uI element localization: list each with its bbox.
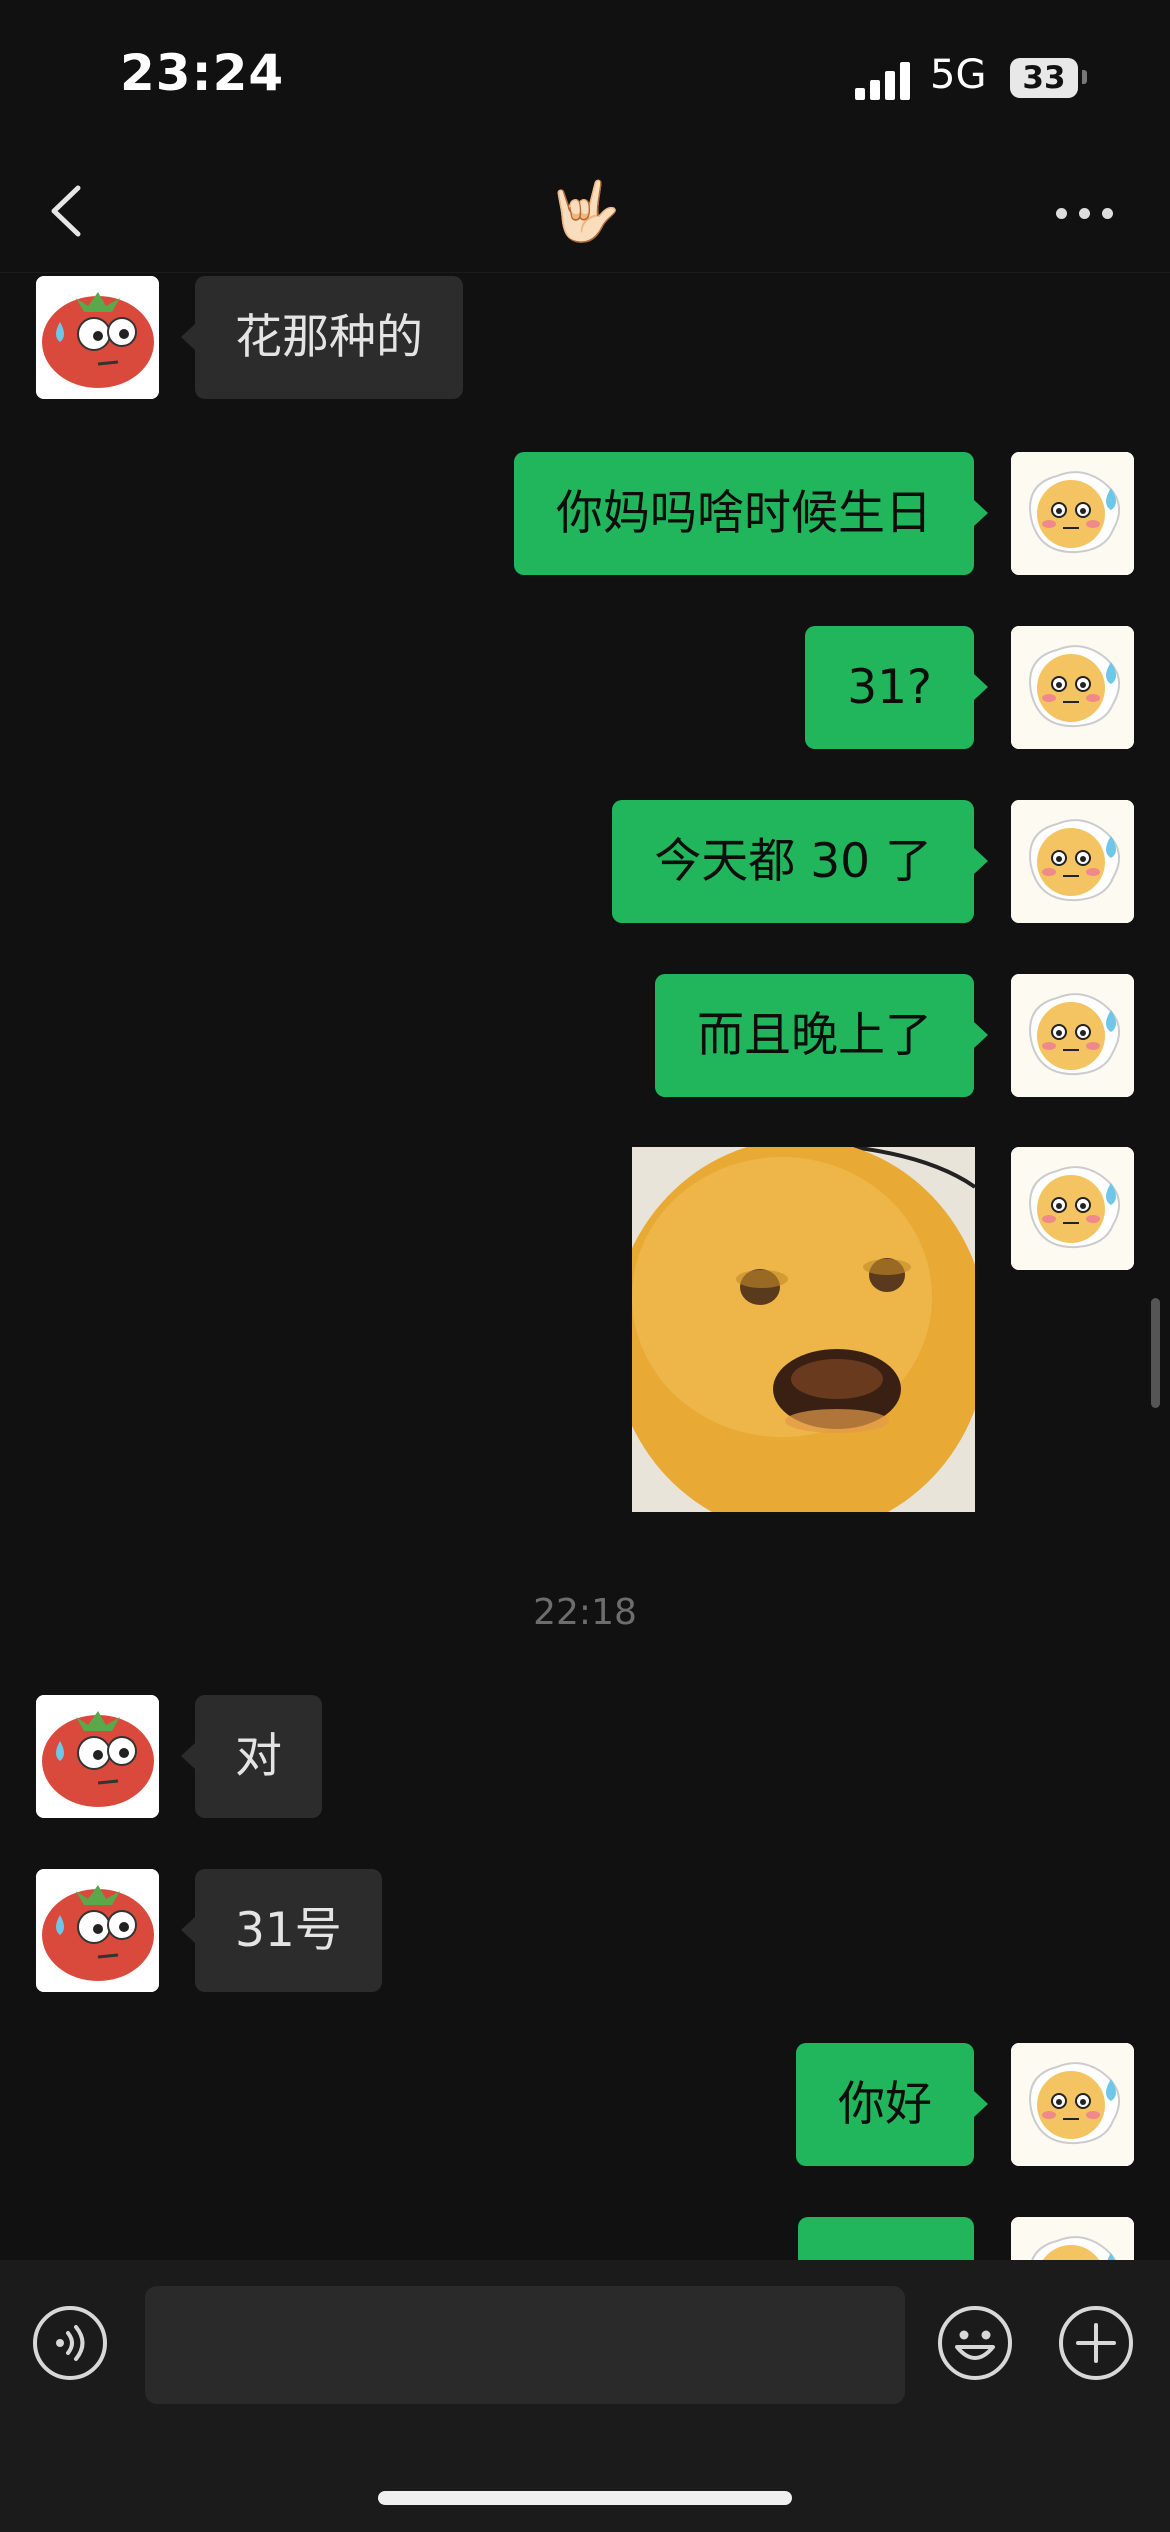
contact-avatar[interactable] <box>36 276 159 399</box>
voice-icon[interactable] <box>32 2305 108 2381</box>
my-avatar[interactable] <box>1011 2217 1134 2260</box>
my-avatar[interactable] <box>1011 974 1134 1097</box>
status-bar: 23:24 5G 33 <box>0 0 1170 150</box>
message-bubble-outgoing[interactable]: 你好 <box>796 2043 988 2166</box>
chat-header: 🤟🏻 <box>0 150 1170 273</box>
message-timestamp: 22:18 <box>533 1592 637 1633</box>
my-avatar[interactable] <box>1011 1147 1134 1270</box>
my-avatar[interactable] <box>1011 800 1134 923</box>
message-bubble-incoming[interactable]: 对 <box>181 1695 322 1818</box>
message-bubble-incoming[interactable]: 花那种的 <box>181 276 463 399</box>
home-indicator[interactable] <box>378 2491 792 2505</box>
my-avatar[interactable] <box>1011 626 1134 749</box>
contact-avatar[interactable] <box>36 1695 159 1818</box>
contact-avatar[interactable] <box>36 1869 159 1992</box>
chevron-left-icon[interactable] <box>40 178 100 244</box>
scrollbar[interactable] <box>1151 1298 1160 1408</box>
message-bubble-outgoing-partial[interactable] <box>798 2217 974 2260</box>
more-dots-icon[interactable] <box>1050 184 1120 240</box>
plus-icon[interactable] <box>1058 2305 1134 2381</box>
my-avatar[interactable] <box>1011 2043 1134 2166</box>
message-bubble-outgoing[interactable]: 31? <box>805 626 988 749</box>
battery-level: 33 <box>1022 60 1066 96</box>
message-bubble-incoming[interactable]: 31号 <box>181 1869 382 1992</box>
battery-icon: 33 <box>1010 58 1078 98</box>
message-list[interactable]: 花那种的 你妈吗啥时候生日 31? 今天都 30 了 而且晚上了 22:18 对… <box>0 272 1170 2260</box>
battery-tip <box>1082 70 1087 84</box>
message-bubble-outgoing[interactable]: 而且晚上了 <box>655 974 988 1097</box>
my-avatar[interactable] <box>1011 452 1134 575</box>
status-time: 23:24 <box>120 44 285 102</box>
emoji-icon[interactable] <box>937 2305 1013 2381</box>
chat-title: 🤟🏻 <box>548 177 622 245</box>
orange-face-sticker[interactable] <box>632 1147 975 1512</box>
message-input[interactable] <box>145 2286 905 2404</box>
signal-icon <box>855 62 911 100</box>
network-type: 5G <box>930 52 987 98</box>
message-bubble-outgoing[interactable]: 你妈吗啥时候生日 <box>514 452 988 575</box>
message-bubble-outgoing[interactable]: 今天都 30 了 <box>612 800 988 923</box>
